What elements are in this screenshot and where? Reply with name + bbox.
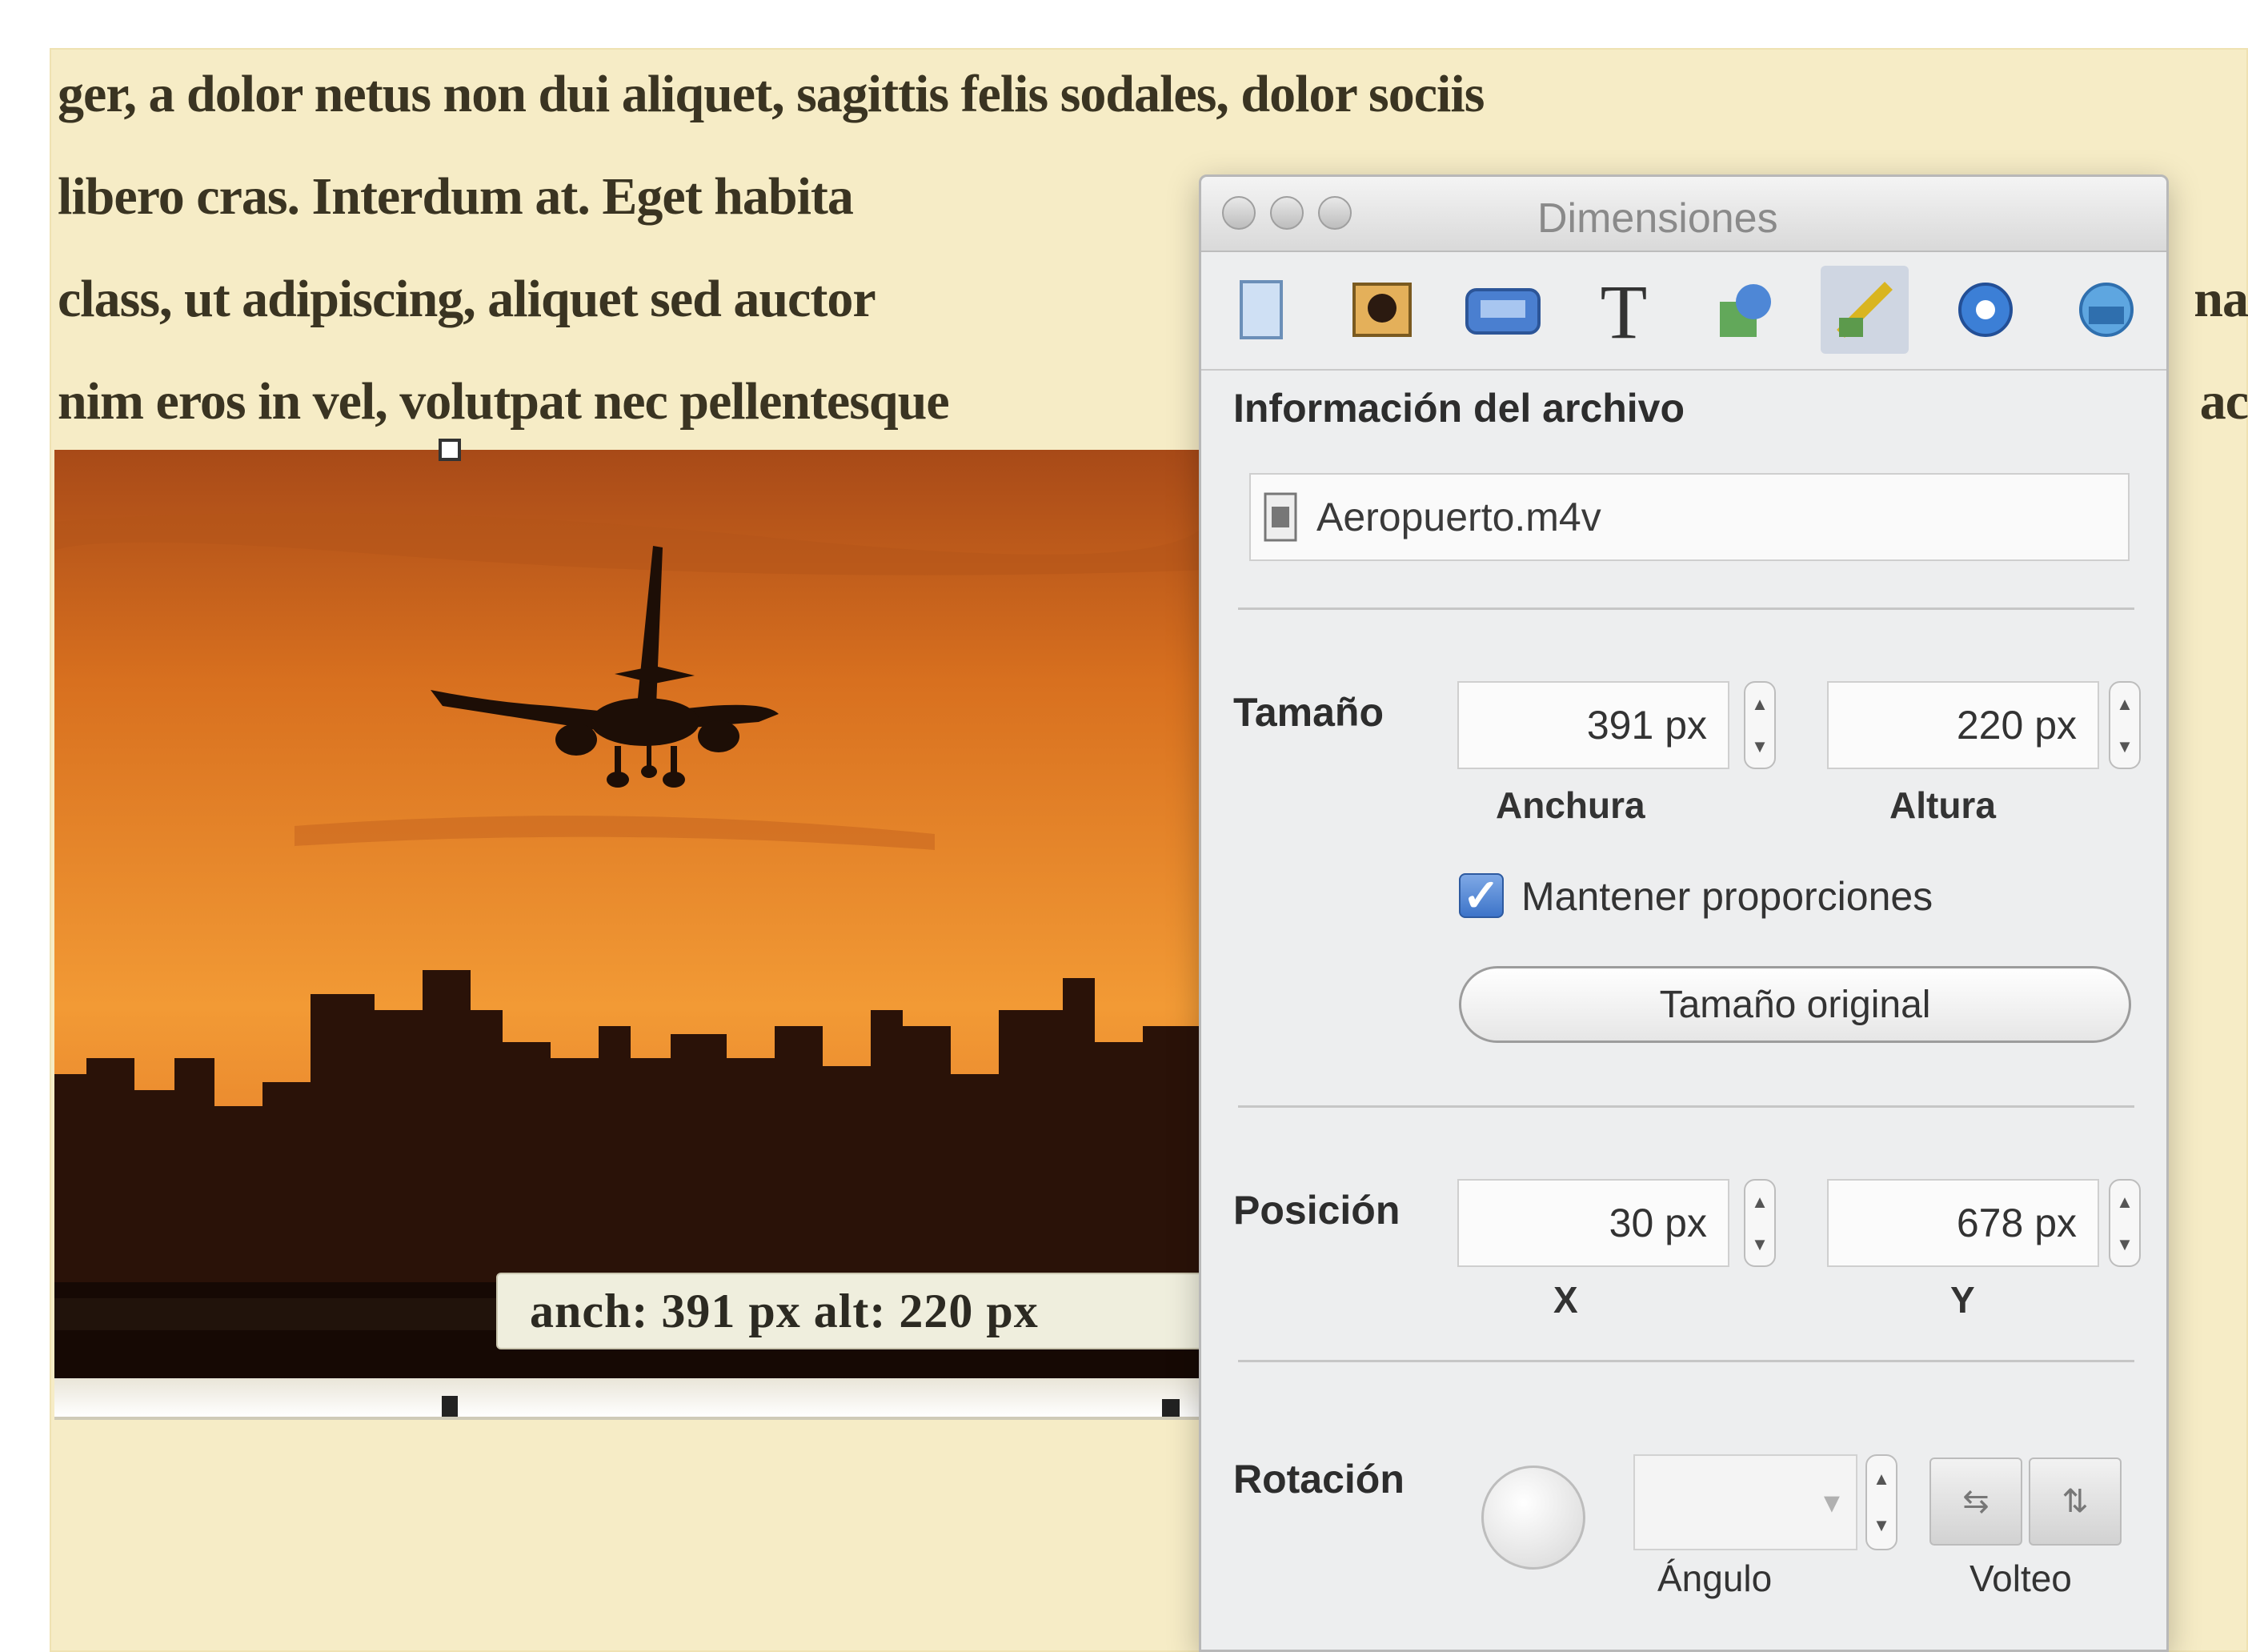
angle-dropdown-icon: ▾ bbox=[1823, 1485, 1840, 1520]
flip-vertical-button[interactable]: ⇅ bbox=[2029, 1458, 2122, 1546]
inspector-panel: Dimensiones T Información del archivo Ae bbox=[1199, 174, 2169, 1652]
flip-caption: Volteo bbox=[1970, 1558, 2072, 1599]
stepper-up-icon: ▲ bbox=[2116, 693, 2134, 714]
stepper-down-icon: ▼ bbox=[2116, 736, 2134, 756]
keep-proportions-label: Mantener proporciones bbox=[1521, 874, 1933, 919]
flip-vertical-icon: ⇅ bbox=[2062, 1484, 2089, 1519]
stepper-up-icon: ▲ bbox=[1751, 1191, 1769, 1212]
movie-file-icon bbox=[1264, 492, 1297, 542]
image-frame-bottom bbox=[54, 1378, 1207, 1420]
size-label: Tamaño bbox=[1233, 690, 1384, 735]
keep-proportions-checkbox[interactable]: ✓ bbox=[1459, 870, 1504, 920]
separator bbox=[1238, 1360, 2134, 1362]
resize-handle-bottom[interactable] bbox=[442, 1396, 458, 1417]
position-y-input[interactable]: 678 px bbox=[1827, 1179, 2099, 1267]
inspector-toolbar: T bbox=[1201, 251, 2166, 371]
document-text-line: class, ut adipiscing, aliquet sed auctor bbox=[58, 270, 876, 328]
close-window-button[interactable] bbox=[1222, 196, 1256, 230]
link-icon bbox=[2078, 283, 2134, 337]
document-icon bbox=[1240, 280, 1284, 339]
document-text-line: nim eros in vel, volutpat nec pellentesq… bbox=[58, 372, 950, 431]
angle-input[interactable]: ▾ bbox=[1633, 1454, 1857, 1550]
document-text-line: ger, a dolor netus non dui aliquet, sagi… bbox=[58, 65, 1485, 123]
airplane-sunset-image[interactable] bbox=[54, 450, 1207, 1378]
inspector-titlebar[interactable]: Dimensiones bbox=[1201, 177, 2166, 252]
height-stepper[interactable]: ▲ ▼ bbox=[2109, 681, 2141, 769]
image-icon bbox=[1352, 283, 1413, 337]
x-caption: X bbox=[1553, 1279, 1578, 1321]
inspector-title: Dimensiones bbox=[1537, 195, 1778, 242]
height-input[interactable]: 220 px bbox=[1827, 681, 2099, 769]
zoom-window-button[interactable] bbox=[1318, 196, 1352, 230]
document-text-line: libero cras. Interdum at. Eget habita bbox=[58, 167, 854, 226]
airplane-sunset-graphic bbox=[54, 450, 1207, 1378]
svg-text:T: T bbox=[1600, 274, 1647, 346]
stepper-down-icon: ▼ bbox=[1873, 1515, 1890, 1535]
height-caption: Altura bbox=[1889, 784, 1996, 826]
separator bbox=[1238, 1105, 2134, 1108]
position-x-stepper[interactable]: ▲ ▼ bbox=[1744, 1179, 1776, 1267]
stepper-down-icon: ▼ bbox=[2116, 1233, 2134, 1254]
document-text-fragment: ac bbox=[2199, 372, 2248, 431]
rotation-label: Rotación bbox=[1233, 1457, 1404, 1502]
stepper-up-icon: ▲ bbox=[1751, 693, 1769, 714]
position-label: Posición bbox=[1233, 1188, 1400, 1233]
tool-link[interactable] bbox=[2062, 266, 2150, 354]
width-stepper[interactable]: ▲ ▼ bbox=[1744, 681, 1776, 769]
tool-text[interactable]: T bbox=[1580, 266, 1668, 354]
width-input[interactable]: 391 px bbox=[1457, 681, 1729, 769]
stepper-up-icon: ▲ bbox=[1873, 1469, 1890, 1489]
original-size-button[interactable]: Tamaño original bbox=[1459, 966, 2131, 1043]
stepper-up-icon: ▲ bbox=[2116, 1191, 2134, 1212]
stepper-down-icon: ▼ bbox=[1751, 736, 1769, 756]
tool-metrics[interactable] bbox=[1821, 266, 1909, 354]
metrics-icon bbox=[1837, 282, 1893, 338]
tool-graphic[interactable] bbox=[1700, 266, 1788, 354]
text-icon: T bbox=[1600, 274, 1647, 346]
file-name-field: Aeropuerto.m4v bbox=[1249, 473, 2130, 561]
flip-buttons: ⇆ ⇅ bbox=[1929, 1458, 2122, 1546]
file-name: Aeropuerto.m4v bbox=[1316, 495, 1601, 539]
document-text-fragment: na bbox=[2194, 270, 2248, 328]
flip-horizontal-button[interactable]: ⇆ bbox=[1929, 1458, 2022, 1546]
tool-document[interactable] bbox=[1217, 266, 1305, 354]
separator bbox=[1238, 607, 2134, 610]
minimize-window-button[interactable] bbox=[1270, 196, 1304, 230]
stepper-down-icon: ▼ bbox=[1751, 1233, 1769, 1254]
angle-stepper[interactable]: ▲ ▼ bbox=[1865, 1454, 1897, 1550]
flip-horizontal-icon: ⇆ bbox=[1962, 1484, 1990, 1519]
width-caption: Anchura bbox=[1496, 784, 1645, 826]
y-caption: Y bbox=[1950, 1279, 1975, 1321]
angle-caption: Ángulo bbox=[1657, 1558, 1773, 1599]
rotation-dial[interactable] bbox=[1481, 1466, 1585, 1570]
file-info-heading: Información del archivo bbox=[1233, 386, 1685, 431]
layout-icon bbox=[1465, 288, 1541, 335]
tool-layout[interactable] bbox=[1459, 266, 1547, 354]
position-y-stepper[interactable]: ▲ ▼ bbox=[2109, 1179, 2141, 1267]
position-x-input[interactable]: 30 px bbox=[1457, 1179, 1729, 1267]
tool-image[interactable] bbox=[1338, 266, 1426, 354]
color-icon bbox=[1957, 283, 2013, 337]
tool-color[interactable] bbox=[1941, 266, 2030, 354]
resize-handle-top[interactable] bbox=[439, 439, 461, 461]
graphic-icon bbox=[1720, 284, 1772, 337]
resize-handle-bottom-right[interactable] bbox=[1162, 1399, 1180, 1417]
